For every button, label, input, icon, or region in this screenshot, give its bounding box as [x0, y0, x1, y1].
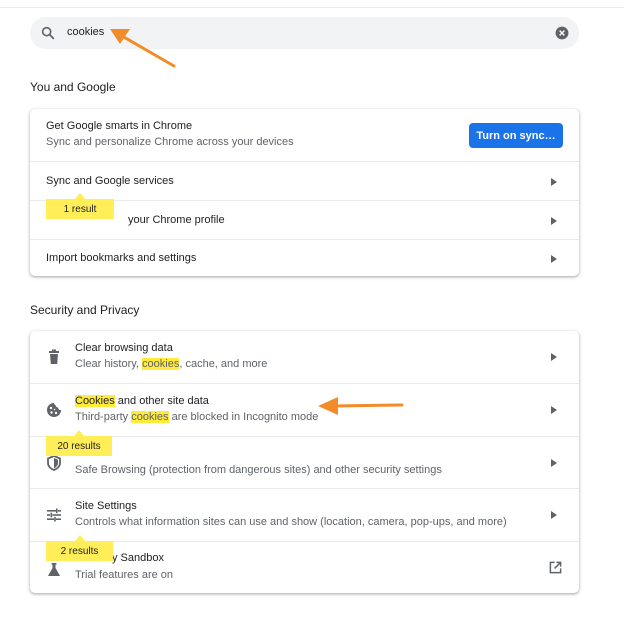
sub-text: Clear history,: [75, 358, 143, 370]
sync-services-label: Sync and Google services: [46, 175, 174, 187]
section-title-security-privacy: Security and Privacy: [30, 303, 140, 317]
site-settings-subtitle: Controls what information sites can use …: [75, 516, 507, 528]
site-settings-row[interactable]: Site Settings Controls what information …: [30, 488, 579, 541]
chevron-right-icon: [551, 353, 557, 361]
you-and-google-card: Get Google smarts in Chrome Sync and per…: [30, 109, 579, 276]
top-divider: [0, 7, 624, 8]
search-result-bubble-20: 20 results: [46, 430, 112, 456]
search-icon[interactable]: [40, 25, 56, 41]
clear-search-icon[interactable]: [555, 26, 569, 40]
search-input[interactable]: cookies: [67, 26, 104, 38]
section-title-you-and-google: You and Google: [30, 80, 116, 94]
import-bookmarks-row[interactable]: Import bookmarks and settings: [30, 239, 579, 276]
chevron-right-icon: [551, 511, 557, 519]
site-settings-title: Site Settings: [75, 500, 137, 512]
sync-promo-row: Get Google smarts in Chrome Sync and per…: [30, 109, 579, 161]
cookies-title: Cookies and other site data: [75, 395, 209, 407]
search-result-bubble-2: 2 results: [46, 535, 113, 561]
annotation-arrow-cookies: [318, 397, 404, 415]
import-bookmarks-label: Import bookmarks and settings: [46, 252, 197, 264]
security-row[interactable]: Safe Browsing (protection from dangerous…: [30, 436, 579, 488]
sub-text: , cache, and more: [179, 358, 268, 370]
privacy-sandbox-subtitle: Trial features are on: [75, 569, 174, 581]
cookies-row[interactable]: Cookies and other site data Third-party …: [30, 383, 579, 436]
search-highlight: Cookies: [75, 395, 115, 407]
customize-profile-label: your Chrome profile: [128, 214, 225, 226]
cookie-icon: [47, 403, 61, 417]
search-result-bubble-1: 1 result: [46, 193, 114, 219]
privacy-sandbox-title: y Sandbox: [112, 552, 164, 564]
clear-browsing-data-title: Clear browsing data: [75, 342, 173, 354]
sync-promo-subtitle: Sync and personalize Chrome across your …: [46, 136, 294, 148]
shield-icon: [47, 455, 61, 471]
clear-browsing-data-subtitle: Clear history, cookies, cache, and more: [75, 358, 267, 370]
chevron-right-icon: [551, 217, 557, 225]
trash-icon: [49, 349, 59, 364]
chevron-right-icon: [551, 406, 557, 414]
chevron-right-icon: [551, 459, 557, 467]
cookies-subtitle: Third-party cookies are blocked in Incog…: [75, 411, 318, 423]
search-highlight: cookies: [131, 411, 169, 423]
sub-text: are blocked in Incognito mode: [168, 411, 319, 423]
security-subtitle: Safe Browsing (protection from dangerous…: [75, 464, 442, 476]
clear-browsing-data-row[interactable]: Clear browsing data Clear history, cooki…: [30, 331, 579, 383]
sync-promo-title: Get Google smarts in Chrome: [46, 120, 193, 132]
search-highlight: cookies: [142, 358, 180, 370]
sub-text: Third-party: [75, 411, 132, 423]
turn-on-sync-button[interactable]: Turn on sync…: [469, 123, 563, 148]
sync-services-row[interactable]: Sync and Google services: [30, 161, 579, 200]
chevron-right-icon: [551, 178, 557, 186]
annotation-arrow-search: [110, 29, 176, 68]
open-in-new-icon[interactable]: [549, 561, 562, 574]
title-text: and other site data: [114, 395, 209, 407]
chevron-right-icon: [551, 255, 557, 263]
flask-icon: [48, 563, 60, 576]
tune-icon: [47, 508, 61, 522]
